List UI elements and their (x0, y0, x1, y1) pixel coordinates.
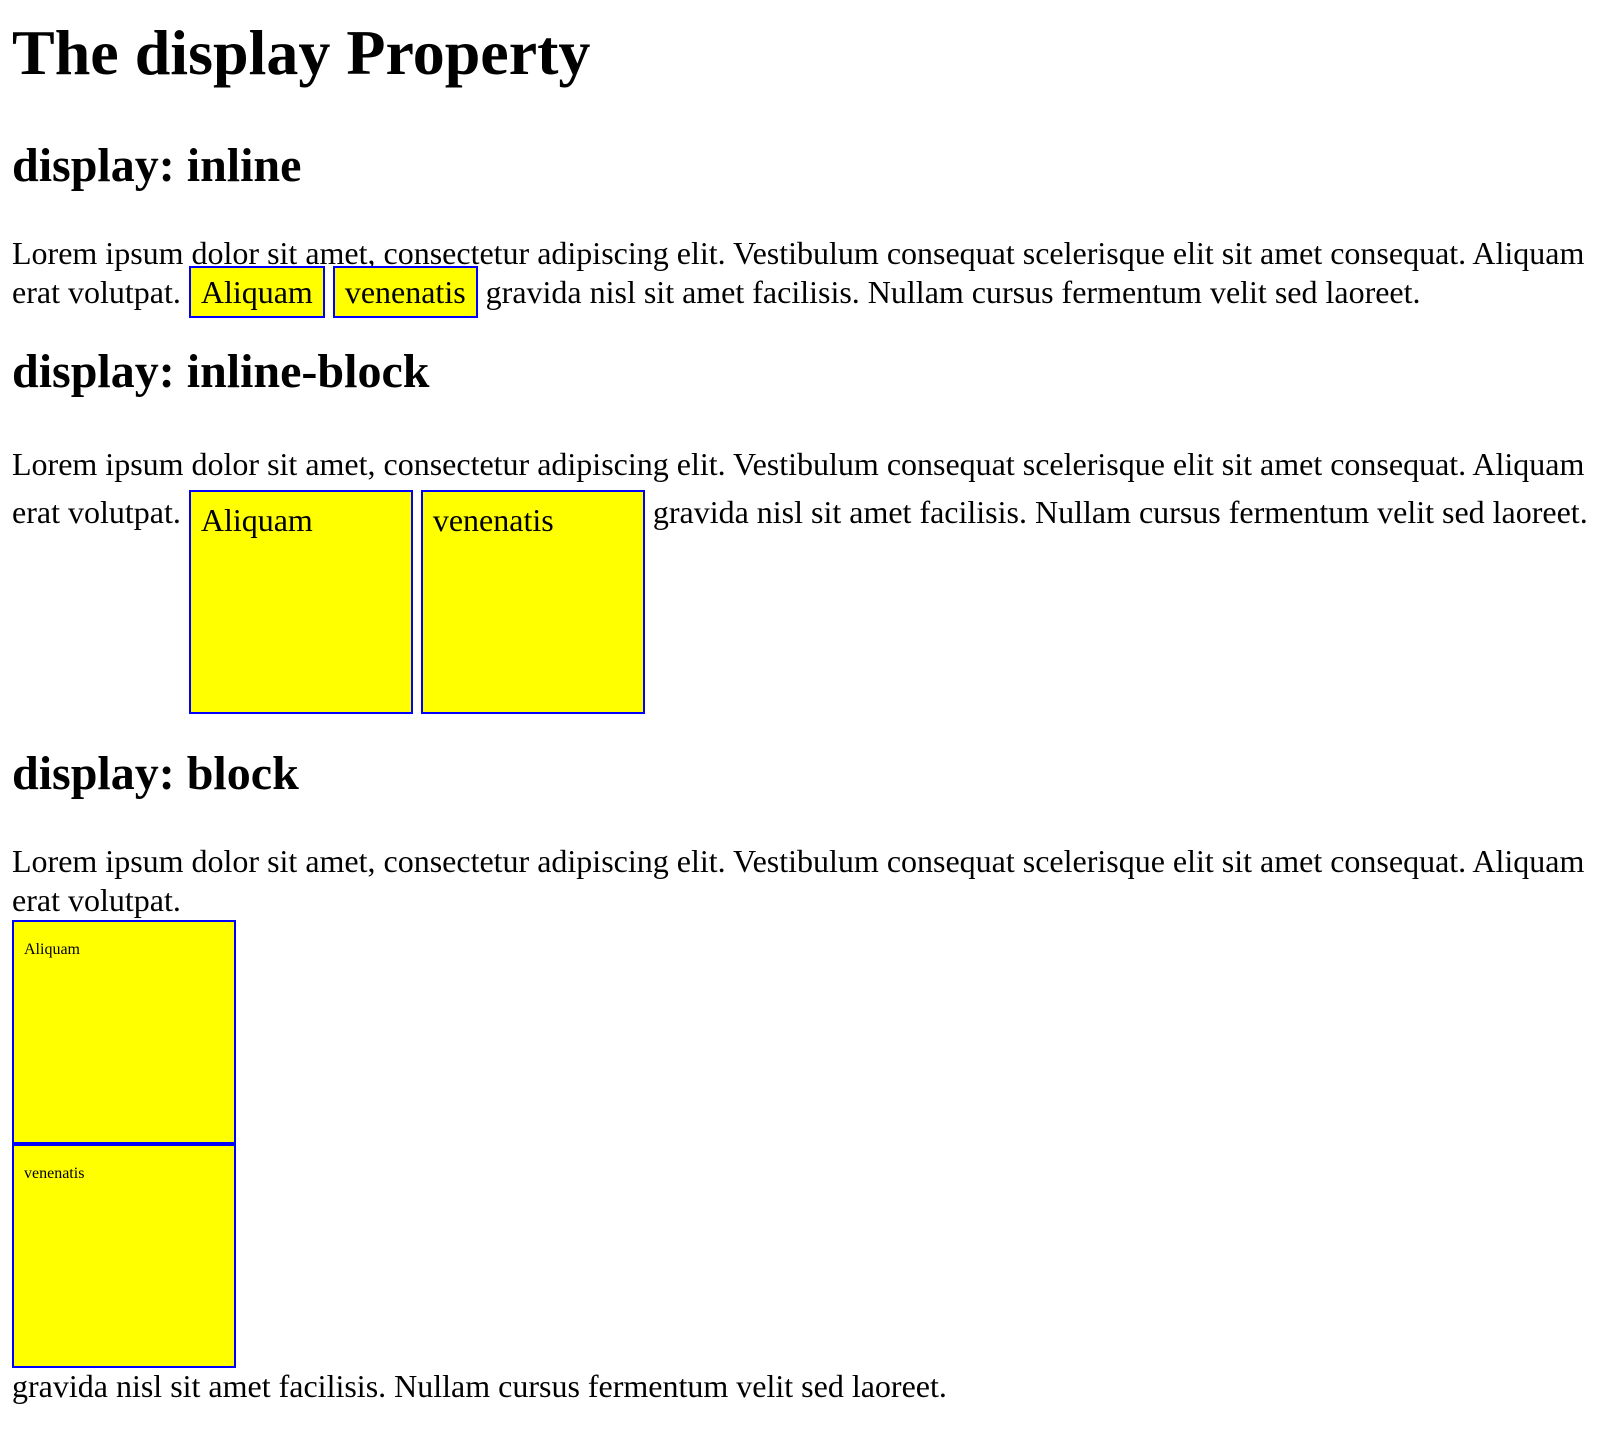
page-content: The display Property display: inline Lor… (0, 16, 1606, 1404)
page-title: The display Property (12, 17, 591, 88)
inline-block-box-venenatis: venenatis (420, 490, 645, 714)
paragraph-text-after: gravida nisl sit amet facilisis. Nullam … (12, 1368, 947, 1404)
paragraph-inline-block: Lorem ipsum dolor sit amet, consectetur … (12, 440, 1594, 714)
paragraph-inline: Lorem ipsum dolor sit amet, consectetur … (12, 234, 1594, 318)
inline-box-aliquam: Aliquam (188, 266, 325, 318)
paragraph-block: Lorem ipsum dolor sit amet, consectetur … (12, 842, 1594, 1404)
section-heading-block: display: block (12, 747, 299, 800)
block-box-aliquam: Aliquam (12, 920, 236, 1144)
inline-block-box-aliquam: Aliquam (188, 490, 413, 714)
block-box-venenatis: venenatis (12, 1144, 236, 1368)
paragraph-text-after: gravida nisl sit amet facilisis. Nullam … (485, 274, 1421, 310)
paragraph-text-after: gravida nisl sit amet facilisis. Nullam … (652, 494, 1588, 530)
inline-box-venenatis: venenatis (332, 266, 478, 318)
section-heading-inline-block: display: inline-block (12, 345, 430, 398)
paragraph-text-before: Lorem ipsum dolor sit amet, consectetur … (12, 843, 1585, 918)
section-heading-inline: display: inline (12, 139, 302, 192)
